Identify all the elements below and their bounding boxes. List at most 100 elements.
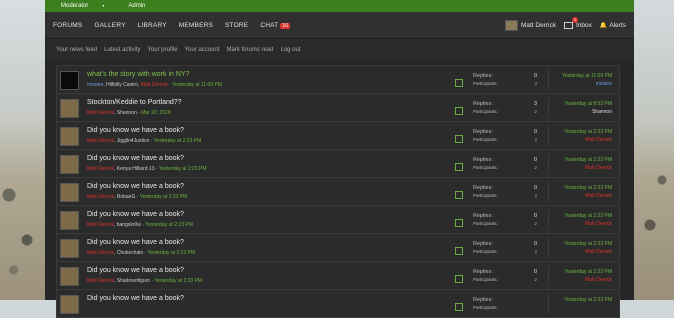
- meta-part[interactable]: · Yesterday at 11:09 PM: [168, 82, 222, 88]
- thread-row[interactable]: Did you know we have a book? Matt Derric…: [56, 150, 620, 178]
- last-post-user[interactable]: mstaire: [562, 80, 612, 88]
- thread-select-checkbox[interactable]: [455, 107, 463, 115]
- thread-select-checkbox[interactable]: [455, 191, 463, 199]
- thread-row[interactable]: what's the story with work in NY? mstair…: [56, 65, 620, 94]
- last-post-time[interactable]: Yesterday at 8:53 PM: [564, 100, 612, 108]
- last-post-time[interactable]: Yesterday at 2:23 PM: [564, 156, 612, 164]
- thread-avatar[interactable]: [60, 239, 79, 258]
- thread-title[interactable]: Stockton/Keddie to Portland??: [87, 99, 182, 106]
- thread-avatar[interactable]: [60, 71, 79, 90]
- meta-part[interactable]: Yesterday at 2:23 PM: [159, 166, 207, 172]
- meta-part[interactable]: Matt Derrick: [141, 82, 168, 88]
- nav-store[interactable]: STORE: [225, 22, 248, 29]
- meta-part[interactable]: Matt Derrick: [87, 138, 114, 144]
- last-post-time[interactable]: Yesterday at 2:23 PM: [564, 128, 612, 136]
- last-post-user[interactable]: Matt Derrick: [564, 192, 612, 200]
- caret-down-icon: ▾: [102, 3, 105, 8]
- meta-part[interactable]: Yesterday at 2:23 PM: [140, 194, 188, 200]
- last-post-time[interactable]: Yesterday at 2:23 PM: [564, 296, 612, 304]
- thread-stats: Replies: 0 Participants: 2: [473, 268, 537, 284]
- meta-part[interactable]: Mar 20, 2018: [141, 110, 170, 116]
- thread-avatar[interactable]: [60, 295, 79, 314]
- thread-title[interactable]: Did you know we have a book?: [87, 267, 184, 274]
- last-post-user[interactable]: Matt Derrick: [564, 136, 612, 144]
- last-post: Yesterday at 11:09 PM mstaire: [562, 72, 612, 88]
- admin-link[interactable]: Admin: [128, 3, 145, 9]
- last-post-user[interactable]: Shannon: [564, 108, 612, 116]
- thread-row[interactable]: Did you know we have a book? Matt Derric…: [56, 262, 620, 290]
- thread-select-checkbox[interactable]: [455, 303, 463, 311]
- thread-select-checkbox[interactable]: [455, 275, 463, 283]
- nav-library[interactable]: LIBRARY: [138, 22, 167, 29]
- meta-part[interactable]: Matt Derrick: [87, 166, 114, 172]
- replies-count: 0: [533, 269, 537, 275]
- thread-row[interactable]: Did you know we have a book? Matt Derric…: [56, 178, 620, 206]
- thread-title[interactable]: Did you know we have a book?: [87, 211, 184, 218]
- thread-avatar[interactable]: [60, 267, 79, 286]
- thread-select-checkbox[interactable]: [455, 135, 463, 143]
- thread-title[interactable]: Did you know we have a book?: [87, 295, 184, 302]
- subnav-profile[interactable]: Your profile: [148, 47, 178, 53]
- last-post-time[interactable]: Yesterday at 2:23 PM: [564, 184, 612, 192]
- last-post-time[interactable]: Yesterday at 2:23 PM: [564, 268, 612, 276]
- meta-part: , RobaeG ·: [113, 194, 140, 200]
- thread-row[interactable]: Stockton/Keddie to Portland?? Matt Derri…: [56, 94, 620, 122]
- nav-members[interactable]: MEMBERS: [179, 22, 213, 29]
- meta-part[interactable]: mstaire: [87, 82, 103, 88]
- thread-avatar[interactable]: [60, 155, 79, 174]
- nav-chat[interactable]: CHAT 16: [260, 22, 291, 29]
- thread-avatar[interactable]: [60, 211, 79, 230]
- thread-select-checkbox[interactable]: [455, 163, 463, 171]
- subnav-news-feed[interactable]: Your news feed: [56, 47, 97, 53]
- last-post-time[interactable]: Yesterday at 2:23 PM: [564, 212, 612, 220]
- last-post-time[interactable]: Yesterday at 11:09 PM: [562, 72, 612, 80]
- meta-part[interactable]: Yesterday at 2:23 PM: [154, 138, 202, 144]
- subnav-logout[interactable]: Log out: [280, 47, 300, 53]
- subnav-account[interactable]: Your account: [185, 47, 220, 53]
- meta-part[interactable]: Matt Derrick: [87, 278, 114, 284]
- last-post-user[interactable]: Matt Derrick: [564, 164, 612, 172]
- thread-row[interactable]: Did you know we have a book? Matt Derric…: [56, 122, 620, 150]
- inbox-link[interactable]: 1 Inbox: [563, 16, 592, 29]
- user-menu[interactable]: Matt Derrick: [504, 19, 556, 31]
- thread-title[interactable]: Did you know we have a book?: [87, 239, 184, 246]
- meta-part[interactable]: Yesterday at 2:23 PM: [148, 250, 196, 256]
- thread-title[interactable]: Did you know we have a book?: [87, 127, 184, 134]
- thread-row[interactable]: Did you know we have a book? Matt Derric…: [56, 234, 620, 262]
- meta-part[interactable]: Yesterday at 2:23 PM: [154, 278, 202, 284]
- thread-avatar[interactable]: [60, 127, 79, 146]
- chat-badge: 16: [280, 22, 291, 29]
- thread-avatar[interactable]: [60, 183, 79, 202]
- thread-row[interactable]: Did you know we have a book? Matt Derric…: [56, 206, 620, 234]
- participants-label: Participants:: [473, 165, 498, 170]
- nav-gallery[interactable]: GALLERY: [94, 22, 125, 29]
- subnav-latest-activity[interactable]: Latest activity: [104, 47, 140, 53]
- thread-stats: Replies: 0 Participants: 2: [473, 240, 537, 256]
- moderator-menu[interactable]: Moderator ▾: [61, 3, 116, 9]
- meta-part[interactable]: Matt Derrick: [87, 110, 114, 116]
- replies-count: 0: [533, 241, 537, 247]
- nav-forums[interactable]: FORUMS: [53, 22, 82, 29]
- meta-part[interactable]: Matt Derrick: [87, 194, 114, 200]
- thread-select-checkbox[interactable]: [455, 247, 463, 255]
- thread-row[interactable]: Did you know we have a book? Replies: Pa…: [56, 290, 620, 318]
- thread-avatar[interactable]: [60, 99, 79, 118]
- thread-select-checkbox[interactable]: [455, 79, 463, 87]
- participants-label: Participants:: [473, 277, 498, 282]
- last-post-time[interactable]: Yesterday at 2:23 PM: [564, 240, 612, 248]
- participants-label: Participants:: [473, 81, 498, 86]
- column-divider: [548, 265, 549, 286]
- subnav-mark-read[interactable]: Mark forums read: [226, 47, 273, 53]
- meta-part[interactable]: Yesterday at 2:23 PM: [145, 222, 193, 228]
- column-divider: [548, 181, 549, 202]
- thread-select-checkbox[interactable]: [455, 219, 463, 227]
- last-post-user[interactable]: Matt Derrick: [564, 248, 612, 256]
- last-post-user[interactable]: Matt Derrick: [564, 220, 612, 228]
- thread-title[interactable]: what's the story with work in NY?: [87, 71, 189, 78]
- last-post-user[interactable]: Matt Derrick: [564, 276, 612, 284]
- alerts-link[interactable]: 🔔 Alerts: [600, 22, 626, 29]
- meta-part[interactable]: Matt Derrick: [87, 222, 114, 228]
- thread-title[interactable]: Did you know we have a book?: [87, 155, 184, 162]
- meta-part[interactable]: Matt Derrick: [87, 250, 114, 256]
- thread-title[interactable]: Did you know we have a book?: [87, 183, 184, 190]
